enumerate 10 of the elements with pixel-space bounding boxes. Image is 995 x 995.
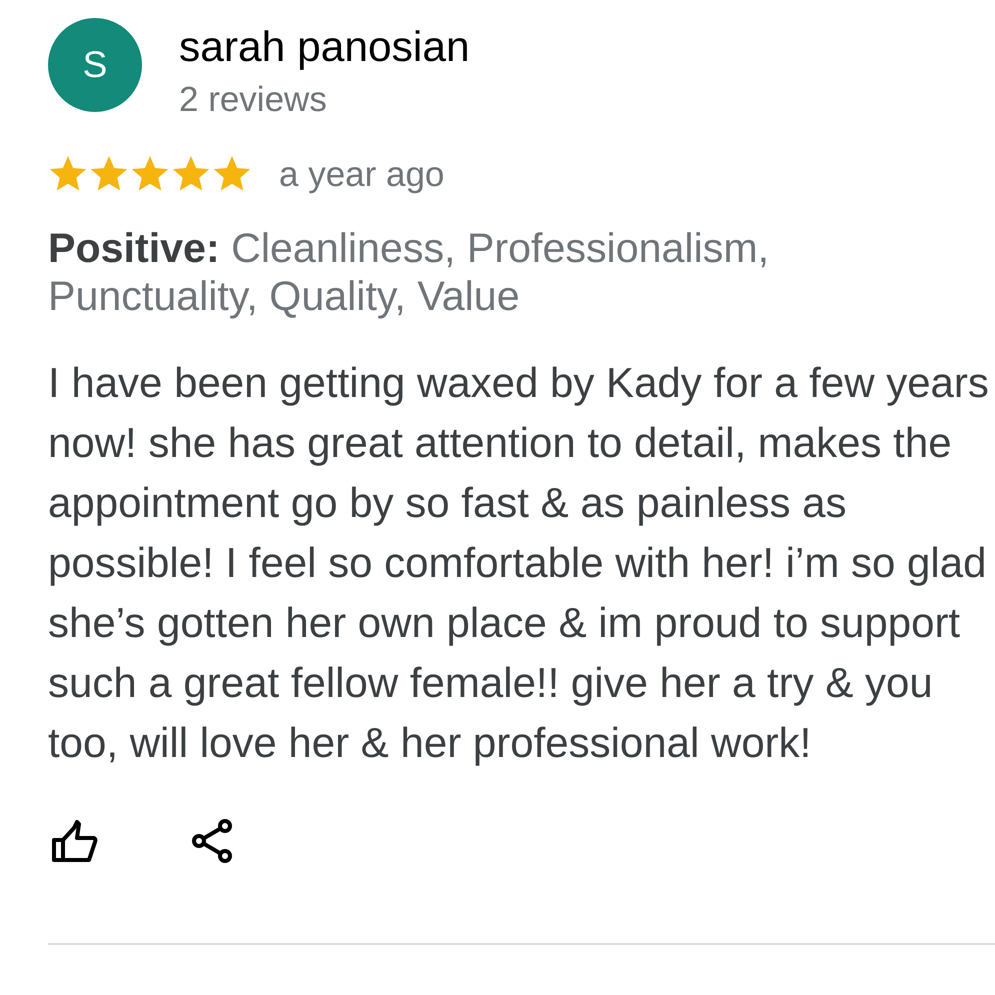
avatar-initial: S xyxy=(48,18,142,112)
review-time: a year ago xyxy=(279,155,444,195)
review-count: 2 reviews xyxy=(179,79,327,121)
reviewer-name: sarah panosian xyxy=(179,26,470,70)
share-icon xyxy=(190,818,234,864)
highlights-text: Positive: Cleanliness, Professionalism, Punctuality, Quality, Value xyxy=(48,224,770,320)
share-button[interactable] xyxy=(190,818,234,864)
review-text: I have been getting waxed by Kady for a few years now! she has great attention to detail, makes the appointment go by so fast & as painless as possible! I feel so comfortable with her! i’m so glad she’s gotten her own place & im proud to support such a great fellow female!! give her a try & you too, will love her & her professional work! xyxy=(48,358,990,768)
like-button[interactable] xyxy=(52,820,98,862)
thumbs-up-icon xyxy=(52,820,98,862)
